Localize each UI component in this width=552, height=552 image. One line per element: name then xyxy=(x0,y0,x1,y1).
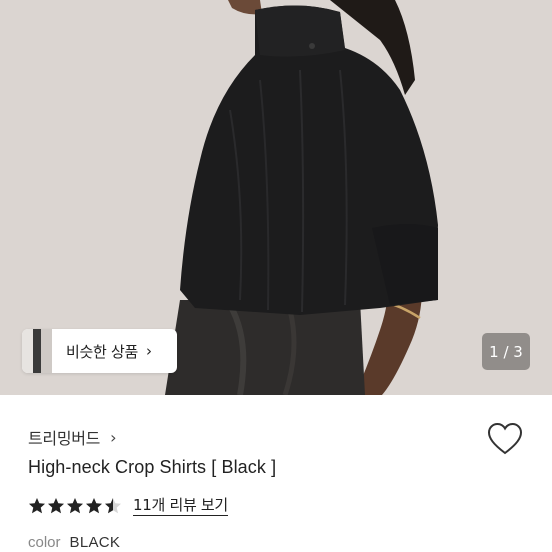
chevron-right-icon: › xyxy=(110,427,117,447)
image-page-indicator: 1 / 3 xyxy=(482,333,530,370)
review-link[interactable]: 11개 리뷰 보기 xyxy=(133,496,228,516)
similar-products-label: 비슷한 상품 xyxy=(66,342,138,361)
similar-products-thumbnail xyxy=(22,329,52,373)
brand-name: 트리밍버드 xyxy=(28,429,101,448)
star-icon xyxy=(29,498,45,514)
star-icon xyxy=(86,498,102,514)
color-value: BLACK xyxy=(69,534,121,551)
chevron-right-icon: › xyxy=(145,342,152,360)
rating-stars xyxy=(28,497,123,515)
color-label: color xyxy=(28,534,61,551)
brand-link[interactable]: 트리밍버드 › xyxy=(28,425,117,449)
product-image-gallery[interactable]: 비슷한 상품 › 1 / 3 xyxy=(0,0,552,395)
similar-products-button[interactable]: 비슷한 상품 › xyxy=(22,329,177,373)
star-icon xyxy=(105,498,121,514)
rating-row: 11개 리뷰 보기 xyxy=(28,494,228,518)
star-icon xyxy=(48,498,64,514)
product-title: High-neck Crop Shirts [ Black ] xyxy=(28,457,277,477)
heart-outline-icon[interactable] xyxy=(487,422,523,456)
star-icon xyxy=(67,498,83,514)
color-option: color BLACK xyxy=(28,534,120,551)
product-info-section: 트리밍버드 › High-neck Crop Shirts [ Black ] … xyxy=(0,395,552,552)
